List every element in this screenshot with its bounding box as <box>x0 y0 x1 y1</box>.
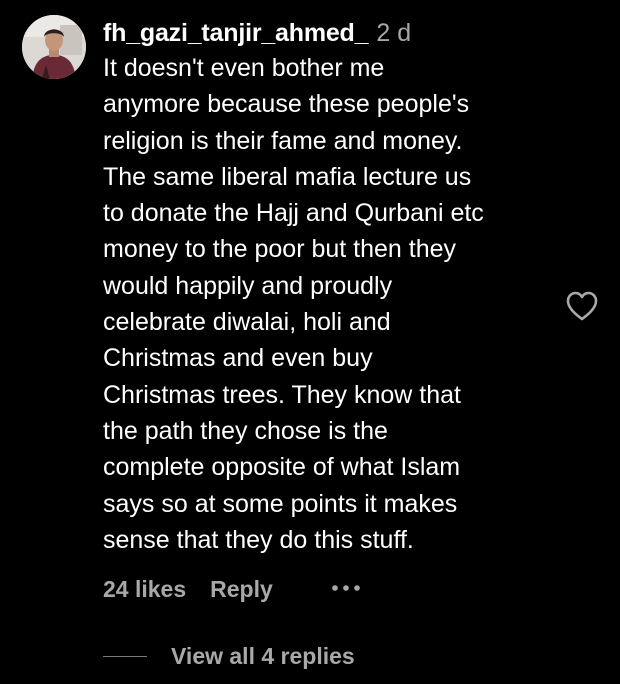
comment-line: celebrate diwalai, holi and <box>103 308 391 337</box>
comment-header: fh_gazi_tanjir_ahmed_ 2 d <box>103 15 411 51</box>
comment-item: fh_gazi_tanjir_ahmed_ 2 d It doesn't even… <box>0 0 620 684</box>
heart-outline-icon <box>566 291 598 321</box>
view-replies-button[interactable]: View all 4 replies <box>171 640 355 672</box>
avatar-image <box>22 15 86 79</box>
comment-line: sense that they do this stuff. <box>103 525 414 554</box>
likes-count[interactable]: 24 likes <box>103 576 186 602</box>
comment-line: religion is their fame and money. <box>103 126 463 155</box>
reply-button[interactable]: Reply <box>210 576 273 602</box>
comment-line: complete opposite of what Islam <box>103 453 461 482</box>
comment-line: the path they chose is the <box>103 416 388 445</box>
comment-line: anymore because these people's <box>103 90 470 119</box>
username-link[interactable]: fh_gazi_tanjir_ahmed_ <box>103 19 369 47</box>
comment-line: It doesn't even bother me <box>103 54 385 82</box>
comment-line: says so at some points it makes <box>103 489 458 518</box>
replies-divider <box>103 656 147 657</box>
comment-text: It doesn't even bother me anymore becaus… <box>103 50 543 558</box>
like-button[interactable] <box>565 290 599 322</box>
comment-line: The same liberal mafia lecture us <box>103 162 472 191</box>
comment-actions: 24 likes Reply <box>103 573 273 605</box>
comment-line: to donate the Hajj and Qurbani etc <box>103 199 484 228</box>
avatar[interactable] <box>22 15 86 79</box>
comment-line: money to the poor but then they <box>103 235 457 264</box>
comment-line: would happily and proudly <box>103 271 393 300</box>
ellipsis-icon <box>332 585 360 591</box>
comment-line: Christmas and even buy <box>103 344 373 373</box>
comment-line: Christmas trees. They know that <box>103 380 462 409</box>
more-options-button[interactable] <box>330 575 364 601</box>
timestamp: 2 d <box>376 19 412 47</box>
